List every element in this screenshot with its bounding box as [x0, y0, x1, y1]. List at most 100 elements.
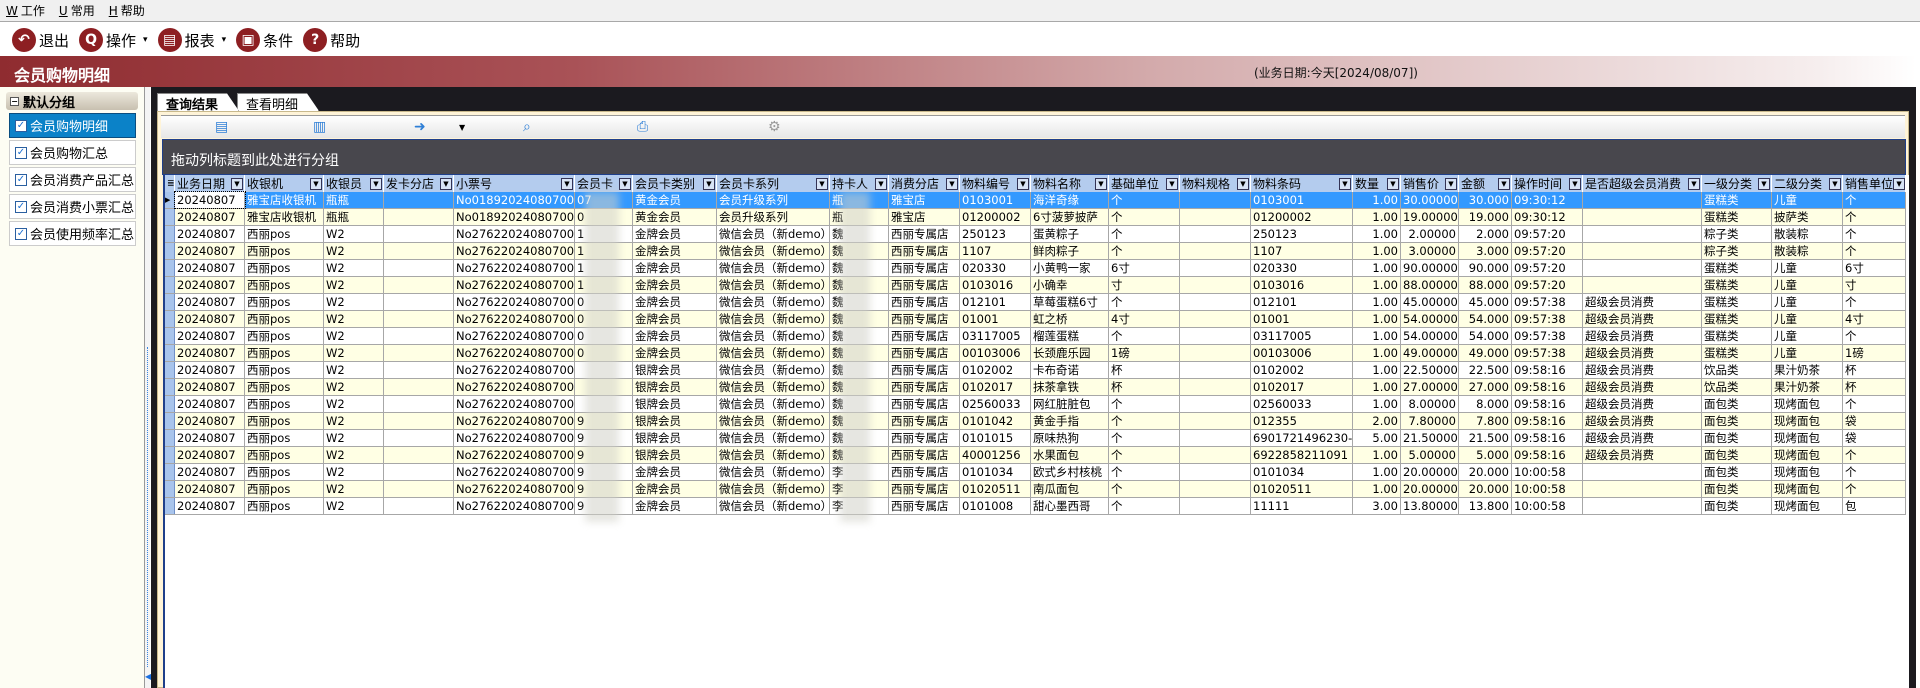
column-header[interactable]: 收银员 ▼: [324, 175, 384, 192]
row-indicator[interactable]: [165, 209, 175, 225]
column-header[interactable]: 物料规格 ▼: [1180, 175, 1251, 192]
menu-1[interactable]: U 常用: [59, 2, 95, 19]
checkbox-icon[interactable]: ✓: [15, 227, 27, 240]
checkbox-icon[interactable]: ✓: [15, 146, 27, 159]
table-row[interactable]: 20240807西丽posW2No276220240807000020金牌会员微…: [165, 294, 1906, 311]
filter-dropdown-icon[interactable]: ▼: [1758, 177, 1770, 190]
filter-dropdown-icon[interactable]: ▼: [370, 177, 382, 190]
table-row[interactable]: 20240807西丽posW2No276220240807000011金牌会员微…: [165, 260, 1906, 277]
column-header[interactable]: 物料条码 ▼: [1251, 175, 1353, 192]
tab-1[interactable]: 查看明细: [237, 93, 320, 111]
filter-dropdown-icon[interactable]: ▼: [1017, 177, 1029, 190]
row-indicator[interactable]: [165, 447, 175, 463]
dropdown-caret-icon[interactable]: ▾: [143, 35, 148, 45]
filter-dropdown-icon[interactable]: ▼: [816, 177, 828, 190]
table-row[interactable]: 20240807西丽posW2No276220240807000011金牌会员微…: [165, 243, 1906, 260]
filter-dropdown-icon[interactable]: ▼: [310, 177, 322, 190]
table-row[interactable]: 20240807西丽posW2 No27622024080700003 银牌会员微信…: [165, 379, 1906, 396]
filter-dropdown-icon[interactable]: ▼: [1569, 177, 1581, 190]
toolbar-button-1[interactable]: Q 操作 ▾: [79, 28, 148, 52]
table-row[interactable]: 20240807西丽posW2No276220240807000020金牌会员微…: [165, 345, 1906, 362]
checkbox-icon[interactable]: ✓: [15, 119, 27, 132]
filter-dropdown-icon[interactable]: ▼: [946, 177, 958, 190]
column-header[interactable]: 操作时间 ▼: [1512, 175, 1583, 192]
row-indicator[interactable]: [165, 328, 175, 344]
table-row[interactable]: 20240807西丽posW2No276220240807000011金牌会员微…: [165, 226, 1906, 243]
filter-dropdown-icon[interactable]: ▼: [1095, 177, 1107, 190]
row-indicator[interactable]: [165, 379, 175, 395]
sidebar-item-4[interactable]: ✓ 会员使用频率汇总: [9, 221, 136, 246]
column-header[interactable]: 一级分类 ▼: [1702, 175, 1772, 192]
row-indicator[interactable]: [165, 311, 175, 327]
column-header[interactable]: 基础单位 ▼: [1109, 175, 1180, 192]
filter-dropdown-icon[interactable]: ▼: [1387, 177, 1399, 190]
table-row[interactable]: 20240807雅宝店收银机瓶瓶No018920240807000020黄金会员…: [165, 209, 1906, 226]
row-indicator[interactable]: [165, 498, 175, 514]
filter-dropdown-icon[interactable]: ▼: [231, 177, 243, 190]
column-header[interactable]: 小票号 ▼: [454, 175, 575, 192]
menu-0[interactable]: W 工作: [6, 2, 45, 19]
filter-dropdown-icon[interactable]: ▼: [703, 177, 715, 190]
column-header[interactable]: 会员卡 ▼: [575, 175, 633, 192]
column-header[interactable]: 是否超级会员消费 ▼: [1583, 175, 1702, 192]
column-header[interactable]: 会员卡系列 ▼: [717, 175, 830, 192]
filter-dropdown-icon[interactable]: ▼: [1498, 177, 1510, 190]
column-header[interactable]: 销售价 ▼: [1401, 175, 1459, 192]
export-icon[interactable]: ➜: [414, 119, 430, 135]
row-indicator[interactable]: [165, 226, 175, 242]
table-row[interactable]: 20240807西丽posW2No276220240807000039银牌会员微…: [165, 430, 1906, 447]
column-chooser-icon[interactable]: ≣: [165, 175, 175, 192]
column-header[interactable]: 物料名称 ▼: [1031, 175, 1109, 192]
row-indicator[interactable]: [165, 345, 175, 361]
column-header[interactable]: 消费分店 ▼: [889, 175, 960, 192]
checkbox-icon[interactable]: ✓: [15, 200, 27, 213]
menu-2[interactable]: H 帮助: [109, 2, 145, 19]
filter-dropdown-icon[interactable]: ▼: [1237, 177, 1249, 190]
table-row[interactable]: 20240807西丽posW2No276220240807000039银牌会员微…: [165, 413, 1906, 430]
row-indicator[interactable]: [165, 481, 175, 497]
column-header[interactable]: 数量 ▼: [1353, 175, 1401, 192]
sidebar-item-3[interactable]: ✓ 会员消费小票汇总: [9, 194, 136, 219]
row-indicator[interactable]: [165, 243, 175, 259]
column-header[interactable]: 持卡人 ▼: [830, 175, 889, 192]
table-row[interactable]: 20240807西丽posW2No276220240807000049金牌会员微…: [165, 498, 1906, 515]
columns-icon[interactable]: ▥: [313, 119, 329, 135]
table-row[interactable]: 20240807西丽posW2 No27622024080700003 银牌会员微信…: [165, 362, 1906, 379]
filter-dropdown-icon[interactable]: ▼: [1893, 177, 1905, 190]
sidebar-item-2[interactable]: ✓ 会员消费产品汇总: [9, 167, 136, 192]
tab-0[interactable]: 查询结果: [157, 93, 240, 111]
row-indicator[interactable]: [165, 430, 175, 446]
table-row[interactable]: 20240807西丽posW2No276220240807000049金牌会员微…: [165, 464, 1906, 481]
column-header[interactable]: 物料编号 ▼: [960, 175, 1031, 192]
group-by-area[interactable]: 拖动列标题到此处进行分组: [162, 139, 1906, 175]
table-row[interactable]: ▶20240807雅宝店收银机瓶瓶No0189202408070000207黄金…: [165, 191, 1906, 209]
checkbox-icon[interactable]: ✓: [15, 173, 27, 186]
sidebar-group-header[interactable]: − 默认分组: [6, 92, 138, 111]
filter-dropdown-icon[interactable]: ▼: [1445, 177, 1457, 190]
column-header[interactable]: 销售单位 ▼: [1843, 175, 1906, 192]
dropdown-caret-icon[interactable]: ▾: [222, 35, 227, 45]
print-icon[interactable]: ⎙: [637, 119, 653, 135]
toolbar-button-4[interactable]: ? 帮助: [303, 28, 360, 52]
filter-dropdown-icon[interactable]: ▼: [1688, 177, 1700, 190]
panel-splitter[interactable]: ◀: [144, 87, 151, 688]
filter-dropdown-icon[interactable]: ▼: [561, 177, 573, 190]
table-row[interactable]: 20240807西丽posW2 No27622024080700003 银牌会员微信…: [165, 396, 1906, 413]
column-header[interactable]: 收银机 ▼: [245, 175, 324, 192]
row-indicator[interactable]: [165, 396, 175, 412]
row-indicator[interactable]: [165, 413, 175, 429]
table-row[interactable]: 20240807西丽posW2No276220240807000049金牌会员微…: [165, 481, 1906, 498]
table-row[interactable]: 20240807西丽posW2No276220240807000020金牌会员微…: [165, 311, 1906, 328]
row-indicator[interactable]: ▶: [165, 192, 175, 208]
collapse-icon[interactable]: −: [10, 96, 19, 106]
column-header[interactable]: 会员卡类别 ▼: [633, 175, 717, 192]
row-indicator[interactable]: [165, 260, 175, 276]
table-row[interactable]: 20240807西丽posW2No276220240807000020金牌会员微…: [165, 328, 1906, 345]
column-header[interactable]: 业务日期 ▼: [175, 175, 245, 192]
filter-dropdown-icon[interactable]: ▼: [619, 177, 631, 190]
find-icon[interactable]: ⌕: [523, 119, 539, 135]
group-icon[interactable]: ▤: [215, 119, 231, 135]
table-row[interactable]: 20240807西丽posW2No276220240807000039银牌会员微…: [165, 447, 1906, 464]
row-indicator[interactable]: [165, 362, 175, 378]
sidebar-item-0[interactable]: ✓ 会员购物明细: [9, 113, 136, 138]
